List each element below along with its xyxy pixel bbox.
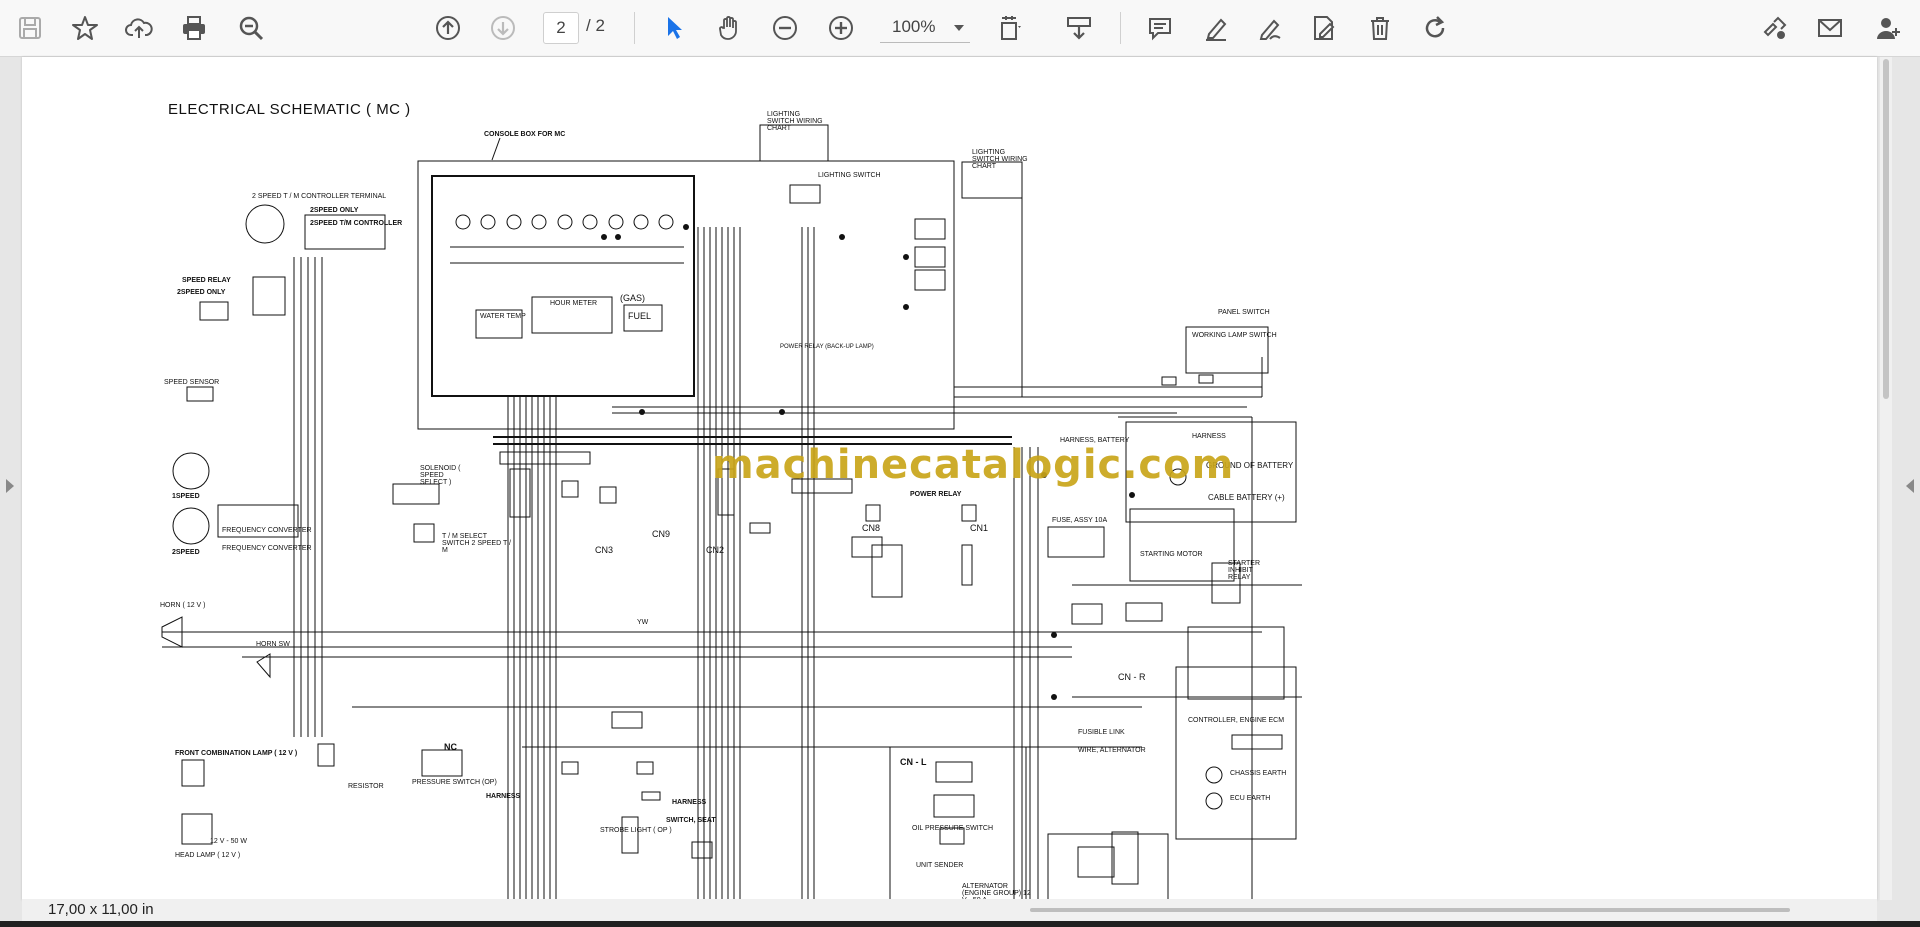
label-strobe-light: STROBE LIGHT ( OP ) xyxy=(600,827,672,834)
fit-page-icon[interactable] xyxy=(994,12,1026,44)
label-frequency-converter-2: FREQUENCY CONVERTER xyxy=(222,545,312,552)
zoom-level-value: 100% xyxy=(892,17,936,36)
label-gas: (GAS) xyxy=(620,293,646,303)
label-head-lamp-rating: 12 V - 50 W xyxy=(210,838,247,845)
label-yw: YW xyxy=(637,619,649,626)
label-horn: HORN ( 12 V ) xyxy=(160,602,206,609)
left-panel-toggle-icon[interactable] xyxy=(6,479,14,493)
label-lighting-switch: LIGHTING SWITCH xyxy=(818,172,881,179)
comment-icon[interactable] xyxy=(1144,12,1176,44)
label-resistor: RESISTOR xyxy=(348,783,384,790)
label-unit-sender: UNIT SENDER xyxy=(916,862,964,869)
label-power-relay: POWER RELAY xyxy=(910,491,962,498)
label-cn-r: CN - R xyxy=(1118,672,1146,682)
label-speed-sensor: SPEED SENSOR xyxy=(164,379,220,386)
label-harness-3: HARNESS xyxy=(672,799,707,806)
label-ecu-earth: ECU EARTH xyxy=(1230,795,1271,802)
highlight-pen-icon[interactable] xyxy=(1200,12,1232,44)
label-tm-controller-terminal: 2 SPEED T / M CONTROLLER TERMINAL xyxy=(252,193,387,200)
label-speed-relay: SPEED RELAY xyxy=(182,277,231,284)
label-fuel: FUEL xyxy=(628,311,652,321)
save-icon[interactable] xyxy=(14,12,46,44)
page-number-input[interactable]: 2 xyxy=(543,12,579,44)
label-working-lamp-switch: WORKING LAMP SWITCH xyxy=(1192,332,1277,339)
zoom-out-icon[interactable] xyxy=(769,12,801,44)
label-cn8: CN8 xyxy=(862,523,881,533)
share-link-icon[interactable] xyxy=(1759,12,1791,44)
page-size-label: 17,00 x 11,00 in xyxy=(48,901,154,918)
upload-cloud-icon[interactable] xyxy=(123,12,155,44)
label-cn-l: CN - L xyxy=(900,757,927,767)
hand-pan-icon[interactable] xyxy=(713,12,745,44)
toolbar-divider xyxy=(1120,12,1121,44)
label-starting-motor: STARTING MOTOR xyxy=(1140,551,1203,558)
label-speed-only-1: 2SPEED ONLY xyxy=(310,207,359,214)
label-tm-select-switch: T / M SELECT SWITCH 2 SPEED T / M xyxy=(442,533,511,554)
bookmark-star-icon[interactable] xyxy=(69,12,101,44)
watermark-text: machinecatalogic.com xyxy=(712,442,1235,488)
label-horn-sw: HORN SW xyxy=(256,641,290,648)
label-water-temp: WATER TEMP xyxy=(480,313,526,320)
zoom-level-select[interactable]: 100% xyxy=(880,12,970,43)
label-fuse-assy: FUSE, ASSY 10A xyxy=(1052,517,1108,524)
label-cn2: CN2 xyxy=(706,545,725,555)
taskbar-edge xyxy=(0,921,1920,927)
label-lighting-switch-chart-top: LIGHTING SWITCH WIRING CHART xyxy=(767,111,823,132)
label-switch-seat: SWITCH, SEAT xyxy=(666,817,716,824)
label-chassis-earth: CHASSIS EARTH xyxy=(1230,770,1287,777)
page-total: / 2 xyxy=(586,16,605,35)
label-tm-controller: 2SPEED T/M CONTROLLER xyxy=(310,220,403,227)
rotate-redo-icon[interactable] xyxy=(1419,12,1451,44)
next-page-icon[interactable] xyxy=(487,12,519,44)
label-lighting-switch-chart-right: LIGHTING SWITCH WIRING CHART xyxy=(972,149,1028,170)
label-oil-pressure-switch: OIL PRESSURE SWITCH xyxy=(912,825,994,832)
delete-trash-icon[interactable] xyxy=(1364,12,1396,44)
label-head-lamp: HEAD LAMP ( 12 V ) xyxy=(175,852,241,859)
print-icon[interactable] xyxy=(178,12,210,44)
document-viewer: ELECTRICAL SCHEMATIC ( MC ) CONSOLE BOX … xyxy=(0,57,1920,927)
scroll-mode-icon[interactable] xyxy=(1063,12,1095,44)
label-controller-ecm: CONTROLLER, ENGINE ECM xyxy=(1188,717,1285,724)
label-pressure-switch: PRESSURE SWITCH (OP) xyxy=(412,779,497,786)
email-icon[interactable] xyxy=(1814,12,1846,44)
select-cursor-icon[interactable] xyxy=(658,12,690,44)
zoom-out-search-icon[interactable] xyxy=(235,12,267,44)
label-speed-only-2: 2SPEED ONLY xyxy=(177,289,226,296)
label-starter-inhibit-relay: STARTER INHIBIT RELAY xyxy=(1228,560,1261,581)
label-cn1: CN1 xyxy=(970,523,989,533)
draw-pen-icon[interactable] xyxy=(1254,12,1286,44)
label-cable-battery: CABLE BATTERY (+) xyxy=(1208,493,1285,502)
add-user-icon[interactable] xyxy=(1872,12,1904,44)
label-cn3: CN3 xyxy=(595,545,614,555)
zoom-in-icon[interactable] xyxy=(825,12,857,44)
label-frequency-converter: FREQUENCY CONVERTER xyxy=(222,527,312,534)
previous-page-icon[interactable] xyxy=(432,12,464,44)
chevron-down-icon xyxy=(954,25,964,31)
toolbar-divider xyxy=(634,12,635,44)
label-power-relay-backup: POWER RELAY (BACK-UP LAMP) xyxy=(780,344,874,350)
label-solenoid: SOLENOID ( SPEED SELECT ) xyxy=(420,465,461,486)
right-panel-toggle-icon[interactable] xyxy=(1906,479,1914,493)
label-front-combination-lamp: FRONT COMBINATION LAMP ( 12 V ) xyxy=(175,750,298,757)
label-harness-2: HARNESS xyxy=(486,793,521,800)
pdf-page: ELECTRICAL SCHEMATIC ( MC ) CONSOLE BOX … xyxy=(22,57,1877,904)
vertical-scrollbar[interactable] xyxy=(1880,57,1892,900)
horizontal-scrollbar-thumb[interactable] xyxy=(1030,908,1790,912)
label-nc: NC xyxy=(444,742,457,752)
label-hour-meter: HOUR METER xyxy=(550,300,598,307)
fill-sign-icon[interactable] xyxy=(1308,12,1340,44)
label-cn9: CN9 xyxy=(652,529,671,539)
label-harness: HARNESS xyxy=(1192,433,1226,440)
label-panel-switch: PANEL SWITCH xyxy=(1218,309,1270,316)
label-1speed: 1SPEED xyxy=(172,493,200,500)
pdf-toolbar: 2 / 2 100% xyxy=(0,0,1920,57)
label-fusible-link: FUSIBLE LINK xyxy=(1078,729,1125,736)
label-2speed: 2SPEED xyxy=(172,549,200,556)
vertical-scrollbar-thumb[interactable] xyxy=(1883,59,1889,399)
label-wire-alternator: WIRE, ALTERNATOR xyxy=(1078,747,1146,754)
label-console-box: CONSOLE BOX FOR MC xyxy=(484,131,566,138)
